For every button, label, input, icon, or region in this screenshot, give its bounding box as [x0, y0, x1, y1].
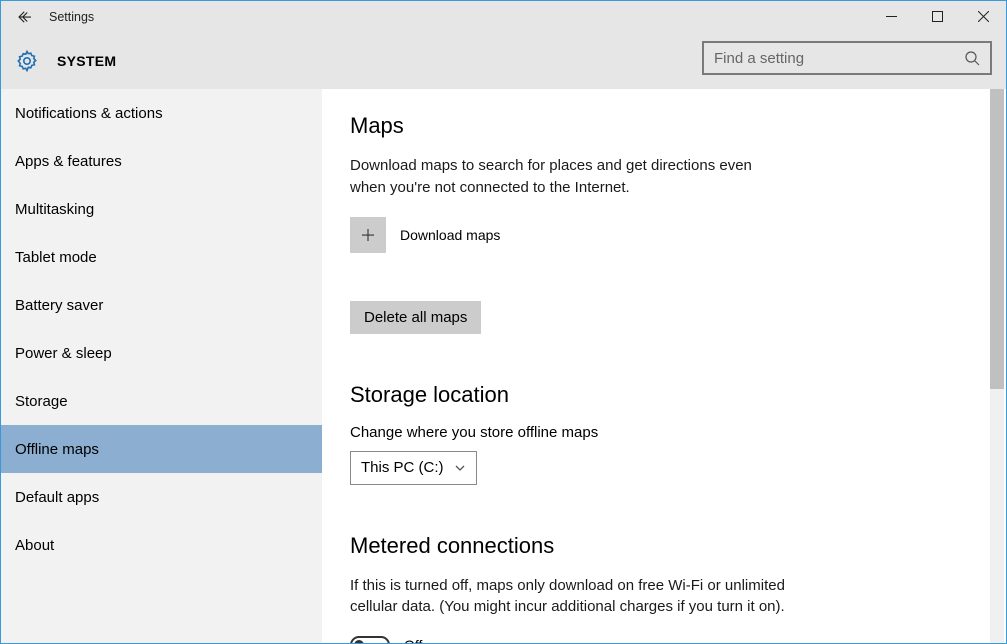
main-panel: Maps Download maps to search for places … — [322, 89, 1006, 643]
sidebar-item-offline-maps[interactable]: Offline maps — [1, 425, 322, 473]
metered-description: If this is turned off, maps only downloa… — [350, 575, 790, 619]
metered-toggle[interactable] — [350, 636, 390, 643]
page-category: SYSTEM — [57, 53, 116, 69]
chevron-down-icon — [454, 462, 466, 474]
scrollbar[interactable] — [990, 89, 1004, 643]
search-icon — [964, 50, 980, 66]
plus-icon — [359, 226, 377, 244]
sidebar-item-apps[interactable]: Apps & features — [1, 137, 322, 185]
sidebar-item-label: Storage — [15, 393, 68, 410]
sidebar-item-label: Battery saver — [15, 297, 103, 314]
maximize-icon — [932, 11, 943, 22]
sidebar-item-label: Default apps — [15, 489, 99, 506]
sidebar-item-label: Tablet mode — [15, 249, 97, 266]
sidebar-item-label: Notifications & actions — [15, 105, 163, 122]
sidebar-item-notifications[interactable]: Notifications & actions — [1, 89, 322, 137]
gear-icon — [15, 49, 39, 73]
arrow-left-icon — [16, 8, 34, 26]
storage-description: Change where you store offline maps — [350, 424, 978, 441]
close-button[interactable] — [960, 1, 1006, 31]
titlebar: Settings — [1, 1, 1006, 33]
download-maps-button[interactable] — [350, 217, 386, 253]
search-input[interactable] — [714, 50, 964, 67]
metered-state-label: Off — [404, 637, 422, 643]
window-controls — [868, 1, 1006, 31]
back-button[interactable] — [1, 1, 49, 33]
storage-selected-value: This PC (C:) — [361, 459, 444, 476]
search-box[interactable] — [702, 41, 992, 75]
sidebar: Notifications & actions Apps & features … — [1, 89, 322, 643]
close-icon — [978, 11, 989, 22]
minimize-icon — [886, 11, 897, 22]
scrollbar-thumb[interactable] — [990, 89, 1004, 389]
metered-title: Metered connections — [350, 533, 978, 559]
sidebar-item-multitasking[interactable]: Multitasking — [1, 185, 322, 233]
content-area: Notifications & actions Apps & features … — [1, 89, 1006, 643]
metered-toggle-row: Off — [350, 636, 978, 643]
download-maps-label: Download maps — [400, 227, 500, 243]
maps-title: Maps — [350, 113, 978, 139]
sidebar-item-label: Offline maps — [15, 441, 99, 458]
sidebar-item-label: Multitasking — [15, 201, 94, 218]
sidebar-item-default-apps[interactable]: Default apps — [1, 473, 322, 521]
delete-all-maps-button[interactable]: Delete all maps — [350, 301, 481, 334]
sidebar-item-storage[interactable]: Storage — [1, 377, 322, 425]
storage-location-select[interactable]: This PC (C:) — [350, 451, 477, 485]
header: SYSTEM — [1, 33, 1006, 89]
toggle-knob — [354, 640, 364, 643]
sidebar-item-label: About — [15, 537, 54, 554]
sidebar-item-about[interactable]: About — [1, 521, 322, 569]
sidebar-item-battery[interactable]: Battery saver — [1, 281, 322, 329]
sidebar-item-label: Power & sleep — [15, 345, 112, 362]
window-title: Settings — [49, 10, 94, 24]
download-maps-row: Download maps — [350, 217, 978, 253]
sidebar-item-tablet[interactable]: Tablet mode — [1, 233, 322, 281]
sidebar-item-label: Apps & features — [15, 153, 122, 170]
storage-title: Storage location — [350, 382, 978, 408]
maximize-button[interactable] — [914, 1, 960, 31]
sidebar-item-power[interactable]: Power & sleep — [1, 329, 322, 377]
maps-description: Download maps to search for places and g… — [350, 155, 790, 199]
minimize-button[interactable] — [868, 1, 914, 31]
